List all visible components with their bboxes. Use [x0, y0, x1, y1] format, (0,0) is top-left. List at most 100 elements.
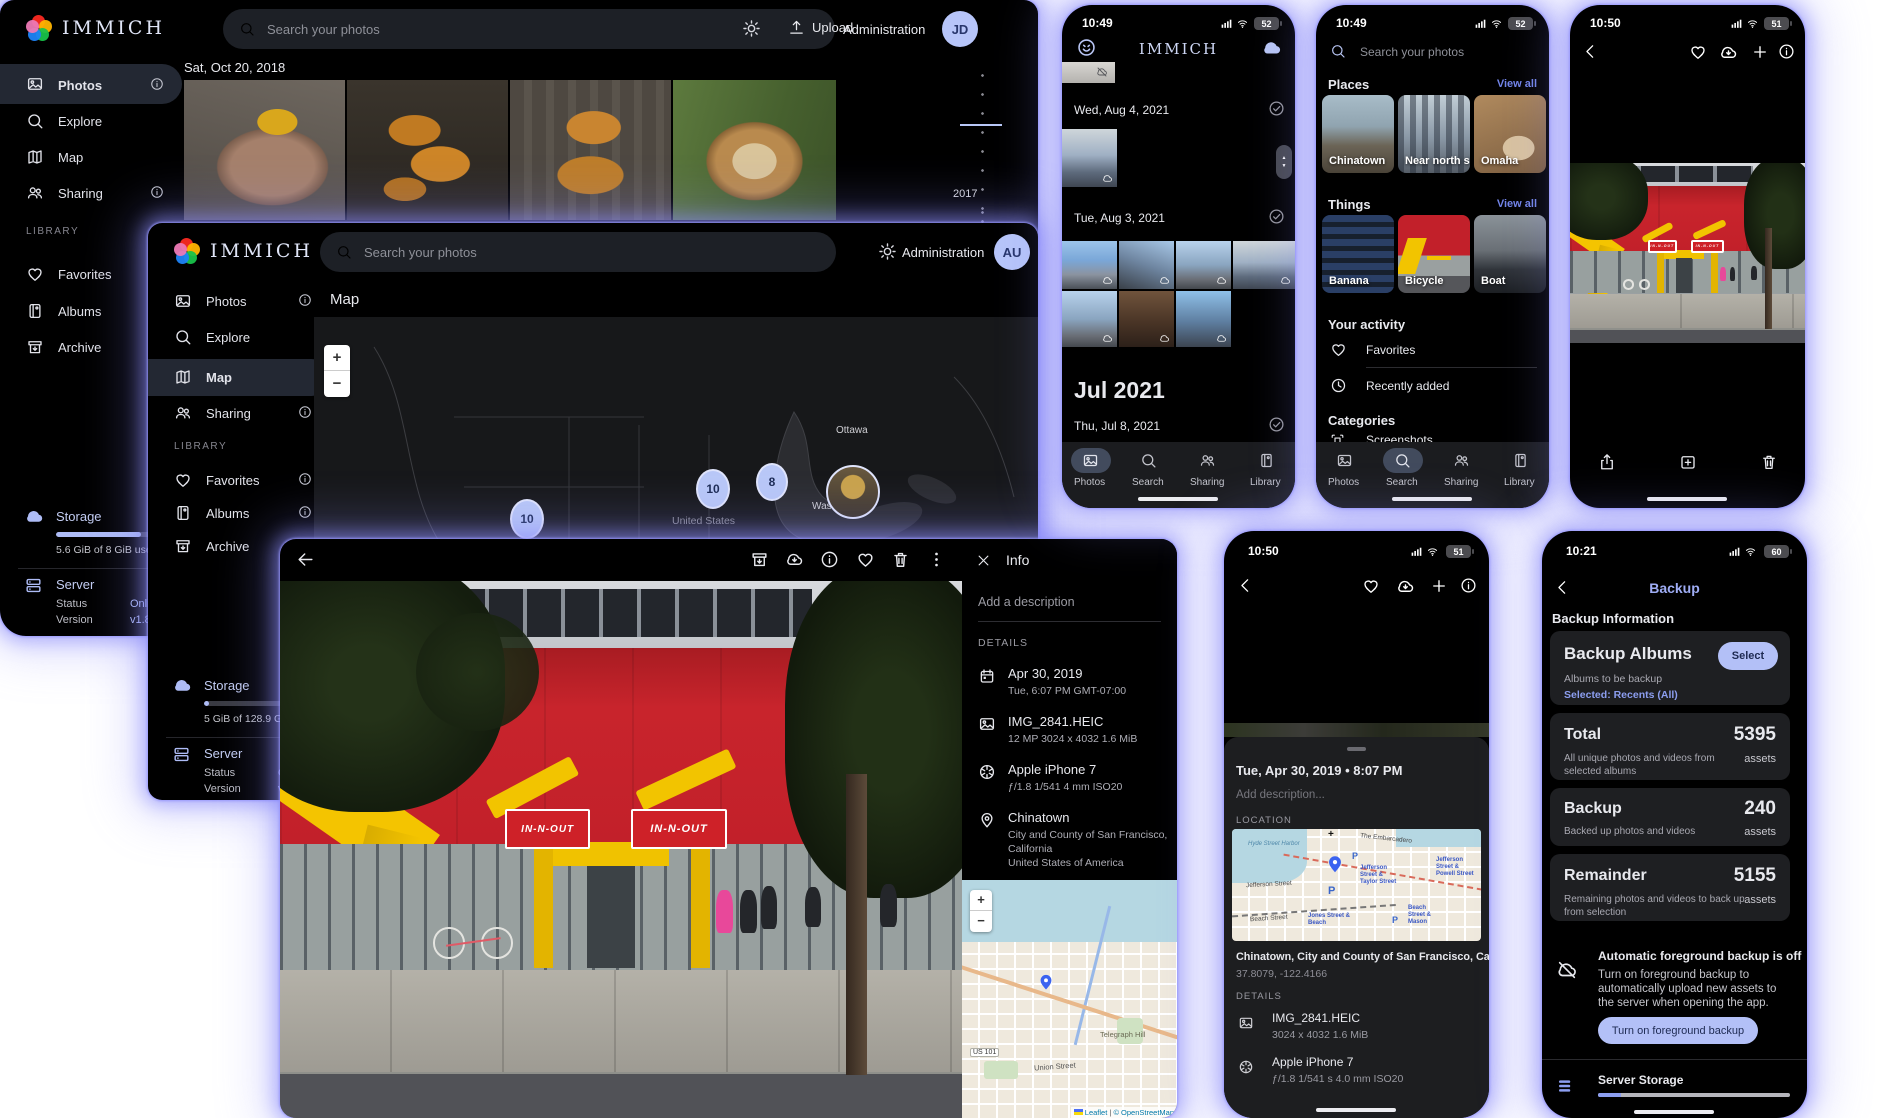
home-indicator[interactable]: [1138, 497, 1218, 501]
photo-thumbnail[interactable]: [1119, 241, 1174, 289]
nav-tab-library[interactable]: Library: [1250, 477, 1281, 488]
info-icon[interactable]: [298, 472, 312, 486]
info-icon[interactable]: [298, 405, 312, 419]
minimap-zoom-control[interactable]: + −: [970, 890, 992, 932]
backup-cloud-icon[interactable]: [1261, 37, 1283, 59]
sidebar-item-albums[interactable]: Albums: [58, 304, 101, 319]
back-button[interactable]: [1554, 579, 1571, 596]
turn-on-foreground-backup-button[interactable]: Turn on foreground backup: [1598, 1017, 1758, 1044]
info-button[interactable]: [1460, 577, 1477, 594]
sidebar-item-explore[interactable]: Explore: [58, 114, 102, 129]
sidebar-item-explore[interactable]: Explore: [206, 330, 250, 345]
home-indicator[interactable]: [1647, 497, 1727, 501]
sidebar-item-albums[interactable]: Albums: [206, 506, 249, 521]
place-card[interactable]: Chinatown: [1322, 95, 1394, 173]
administration-link[interactable]: Administration: [843, 22, 925, 37]
scrollbar-handle[interactable]: ▲▼: [1276, 145, 1292, 179]
photos-icon[interactable]: [1336, 452, 1353, 469]
things-view-all[interactable]: View all: [1497, 198, 1537, 210]
favorite-button[interactable]: [1689, 43, 1707, 61]
photo-thumbnail[interactable]: [1119, 291, 1174, 347]
library-icon[interactable]: [1512, 452, 1529, 469]
info-icon[interactable]: [298, 293, 312, 307]
share-button[interactable]: [1598, 453, 1616, 471]
sidebar-item-sharing[interactable]: Sharing: [58, 186, 103, 201]
photo-thumbnail[interactable]: [1176, 241, 1231, 289]
home-indicator[interactable]: [1392, 497, 1472, 501]
nav-tab-search[interactable]: Search: [1132, 477, 1164, 488]
administration-link[interactable]: Administration: [902, 245, 984, 260]
photo-thumbnail[interactable]: [347, 80, 508, 220]
zoom-out-button[interactable]: −: [970, 911, 992, 931]
nav-tab-photos[interactable]: Photos: [1074, 477, 1105, 488]
activity-favorites[interactable]: Favorites: [1366, 343, 1415, 357]
sidebar-item-favorites[interactable]: Favorites: [58, 267, 111, 282]
info-button[interactable]: [820, 550, 839, 569]
upload-cloud-button[interactable]: [1396, 577, 1415, 596]
info-sheet[interactable]: Tue, Apr 30, 2019 • 8:07 PM Add descript…: [1224, 737, 1489, 1118]
home-indicator[interactable]: [1316, 1108, 1396, 1112]
sidebar-item-favorites[interactable]: Favorites: [206, 473, 259, 488]
place-card[interactable]: Near north side: [1398, 95, 1470, 173]
sidebar-item-photos[interactable]: Photos: [206, 294, 246, 309]
photo-thumbnail[interactable]: [1233, 241, 1295, 289]
timeline-scrubber-handle[interactable]: [960, 124, 1002, 126]
user-avatar[interactable]: AU: [994, 234, 1030, 270]
map-cluster-marker[interactable]: 10: [510, 499, 544, 539]
description-input[interactable]: Add a description: [978, 595, 1075, 609]
close-info-button[interactable]: [976, 553, 991, 568]
nav-tab-sharing[interactable]: Sharing: [1444, 477, 1478, 488]
add-button[interactable]: [1430, 577, 1448, 595]
search-input[interactable]: [267, 22, 819, 37]
sidebar-item-sharing[interactable]: Sharing: [206, 406, 251, 421]
archive-button[interactable]: [750, 550, 769, 569]
add-to-album-button[interactable]: [1679, 453, 1697, 471]
timeline-scrubber-dots[interactable]: [981, 66, 984, 216]
select-albums-button[interactable]: Select: [1718, 642, 1778, 670]
delete-button[interactable]: [891, 550, 910, 569]
back-button[interactable]: [1582, 43, 1599, 60]
photo-viewer-image[interactable]: IN-N-OUT IN-N-OUT: [1570, 163, 1805, 343]
info-icon[interactable]: [298, 505, 312, 519]
info-mini-map[interactable]: US 101 Union Street Telegraph Hill + − L…: [962, 880, 1177, 1118]
more-button[interactable]: [927, 550, 946, 569]
nav-tab-sharing[interactable]: Sharing: [1190, 477, 1224, 488]
upload-cloud-button[interactable]: [1719, 43, 1738, 62]
sidebar-item-map[interactable]: Map: [58, 150, 83, 165]
zoom-out-button[interactable]: −: [324, 371, 350, 396]
sidebar-item-archive[interactable]: Archive: [58, 340, 101, 355]
back-button[interactable]: [296, 550, 315, 569]
map-photo-marker[interactable]: [826, 465, 880, 519]
activity-recent[interactable]: Recently added: [1366, 379, 1449, 393]
favorite-button[interactable]: [1362, 577, 1380, 595]
map-cluster-marker[interactable]: 10: [696, 469, 730, 509]
info-icon[interactable]: [150, 185, 164, 199]
photo-thumbnail[interactable]: [510, 80, 671, 220]
theme-toggle-button[interactable]: [742, 19, 761, 38]
map-attribution[interactable]: Leaflet | © OpenStreetMap: [1071, 1107, 1177, 1118]
theme-toggle-button[interactable]: [878, 242, 897, 261]
map-zoom-control[interactable]: + −: [324, 345, 350, 397]
osm-link[interactable]: © OpenStreetMap: [1113, 1108, 1174, 1117]
sharing-icon[interactable]: [1199, 452, 1216, 469]
photo-edge[interactable]: [1224, 723, 1489, 737]
places-view-all[interactable]: View all: [1497, 78, 1537, 90]
thing-card[interactable]: Boat: [1474, 215, 1546, 293]
photo-thumbnail[interactable]: [184, 80, 345, 220]
download-button[interactable]: [785, 550, 804, 569]
nav-tab-photos[interactable]: Photos: [1328, 477, 1359, 488]
search-input[interactable]: Search your photos: [1360, 45, 1464, 59]
select-day-checkbox[interactable]: [1268, 416, 1285, 433]
photo-thumbnail[interactable]: [1062, 129, 1117, 187]
select-day-checkbox[interactable]: [1268, 100, 1285, 117]
nav-tab-library[interactable]: Library: [1504, 477, 1535, 488]
photo-thumbnail[interactable]: [673, 80, 836, 220]
map-cluster-marker[interactable]: 8: [756, 463, 788, 501]
sheet-drag-handle[interactable]: [1347, 747, 1366, 751]
back-button[interactable]: [1237, 577, 1254, 594]
photo-thumbnail[interactable]: [1062, 291, 1117, 347]
photos-icon[interactable]: [1082, 452, 1099, 469]
add-button[interactable]: [1751, 43, 1769, 61]
info-button[interactable]: [1778, 43, 1795, 60]
thing-card[interactable]: Bicycle: [1398, 215, 1470, 293]
